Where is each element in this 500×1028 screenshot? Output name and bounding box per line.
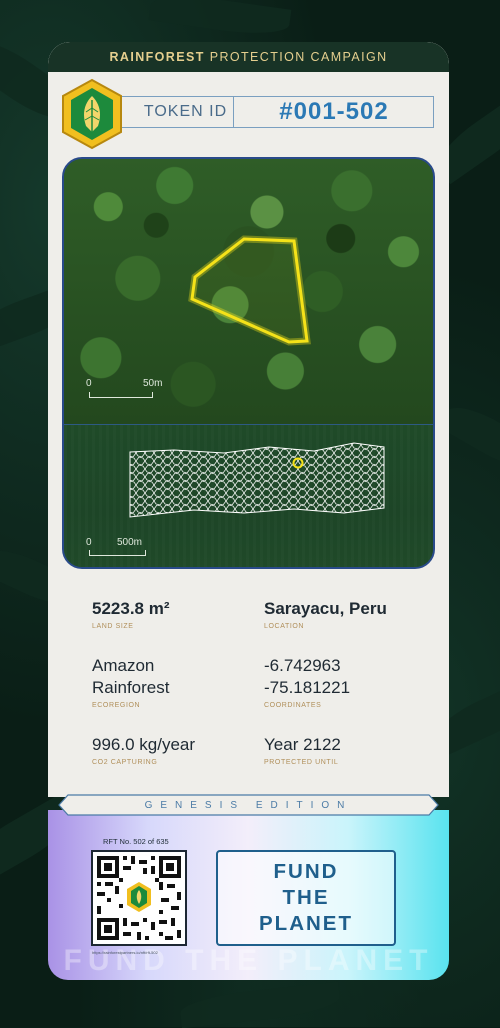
satellite-map: 0 50m 0 500m bbox=[62, 157, 435, 569]
satellite-closeup: 0 50m bbox=[64, 159, 433, 424]
region-overview: 0 500m bbox=[64, 424, 433, 567]
protected-label: PROTECTED UNTIL bbox=[264, 759, 339, 766]
top-scale-end: 50m bbox=[143, 378, 163, 389]
campaign-title-rest: PROTECTION CAMPAIGN bbox=[209, 50, 388, 64]
co2-capturing: 996.0 kg/year CO2 CAPTURING bbox=[92, 734, 195, 766]
location-label: LOCATION bbox=[264, 623, 305, 630]
cta-line-1: FUND bbox=[273, 860, 339, 883]
ecoregion-label: ECOREGION bbox=[92, 702, 141, 709]
bottom-scale-bar bbox=[89, 550, 146, 556]
location-value: Sarayacu, Peru bbox=[264, 599, 387, 618]
token-id-box: TOKEN ID #001-502 bbox=[120, 96, 434, 128]
land-size-label: LAND SIZE bbox=[92, 623, 134, 630]
protected-until: Year 2122 PROTECTED UNTIL bbox=[264, 734, 341, 766]
bottom-scale-start: 0 bbox=[86, 537, 92, 548]
edition-ribbon: GENESIS EDITION bbox=[58, 794, 439, 816]
co2-value: 996.0 kg/year bbox=[92, 735, 196, 754]
coordinates-label: COORDINATES bbox=[264, 702, 322, 709]
nft-card: RAINFOREST PROTECTION CAMPAIGN TOKEN ID … bbox=[48, 42, 449, 980]
cta-line-3: PLANET bbox=[259, 912, 353, 935]
coordinates-lon: -75.181221 bbox=[264, 678, 351, 697]
token-id-label: TOKEN ID bbox=[143, 103, 228, 120]
protected-value: Year 2122 bbox=[264, 735, 341, 754]
top-scale-start: 0 bbox=[86, 378, 92, 389]
bottom-scale-end: 500m bbox=[117, 537, 143, 548]
coordinates: -6.742963 -75.181221 COORDINATES bbox=[264, 655, 350, 709]
location: Sarayacu, Peru LOCATION bbox=[264, 598, 387, 630]
plot-outline bbox=[188, 235, 311, 346]
ecoregion-line1: Amazon bbox=[92, 656, 155, 675]
card-bottom: FUND THE PLANET RFT No. 502 of 635 https… bbox=[48, 810, 449, 980]
co2-label: CO2 CAPTURING bbox=[92, 759, 158, 766]
card-top: RAINFOREST PROTECTION CAMPAIGN TOKEN ID … bbox=[48, 42, 449, 797]
ecoregion-line2: Rainforest bbox=[92, 678, 170, 697]
top-scale-bar bbox=[89, 392, 153, 398]
campaign-banner: RAINFOREST PROTECTION CAMPAIGN bbox=[48, 42, 449, 72]
ecoregion: Amazon Rainforest ECOREGION bbox=[92, 655, 169, 709]
rft-number: RFT No. 502 of 635 bbox=[103, 837, 169, 846]
qr-code[interactable] bbox=[91, 850, 187, 946]
fund-the-planet-button[interactable]: FUND THE PLANET bbox=[216, 850, 396, 946]
edition-label: GENESIS EDITION bbox=[144, 799, 353, 811]
campaign-title-bold: RAINFOREST bbox=[109, 50, 205, 64]
coordinates-lat: -6.742963 bbox=[264, 656, 341, 675]
land-size-value: 5223.8 m² bbox=[92, 599, 170, 618]
rainforest-leaf-logo bbox=[62, 78, 122, 150]
token-id-value: #001-502 bbox=[279, 98, 389, 125]
cta-line-2: THE bbox=[282, 886, 330, 909]
land-size: 5223.8 m² LAND SIZE bbox=[92, 598, 170, 630]
qr-url: https://rainforestpartners.io/nft/rft-50… bbox=[92, 950, 158, 955]
